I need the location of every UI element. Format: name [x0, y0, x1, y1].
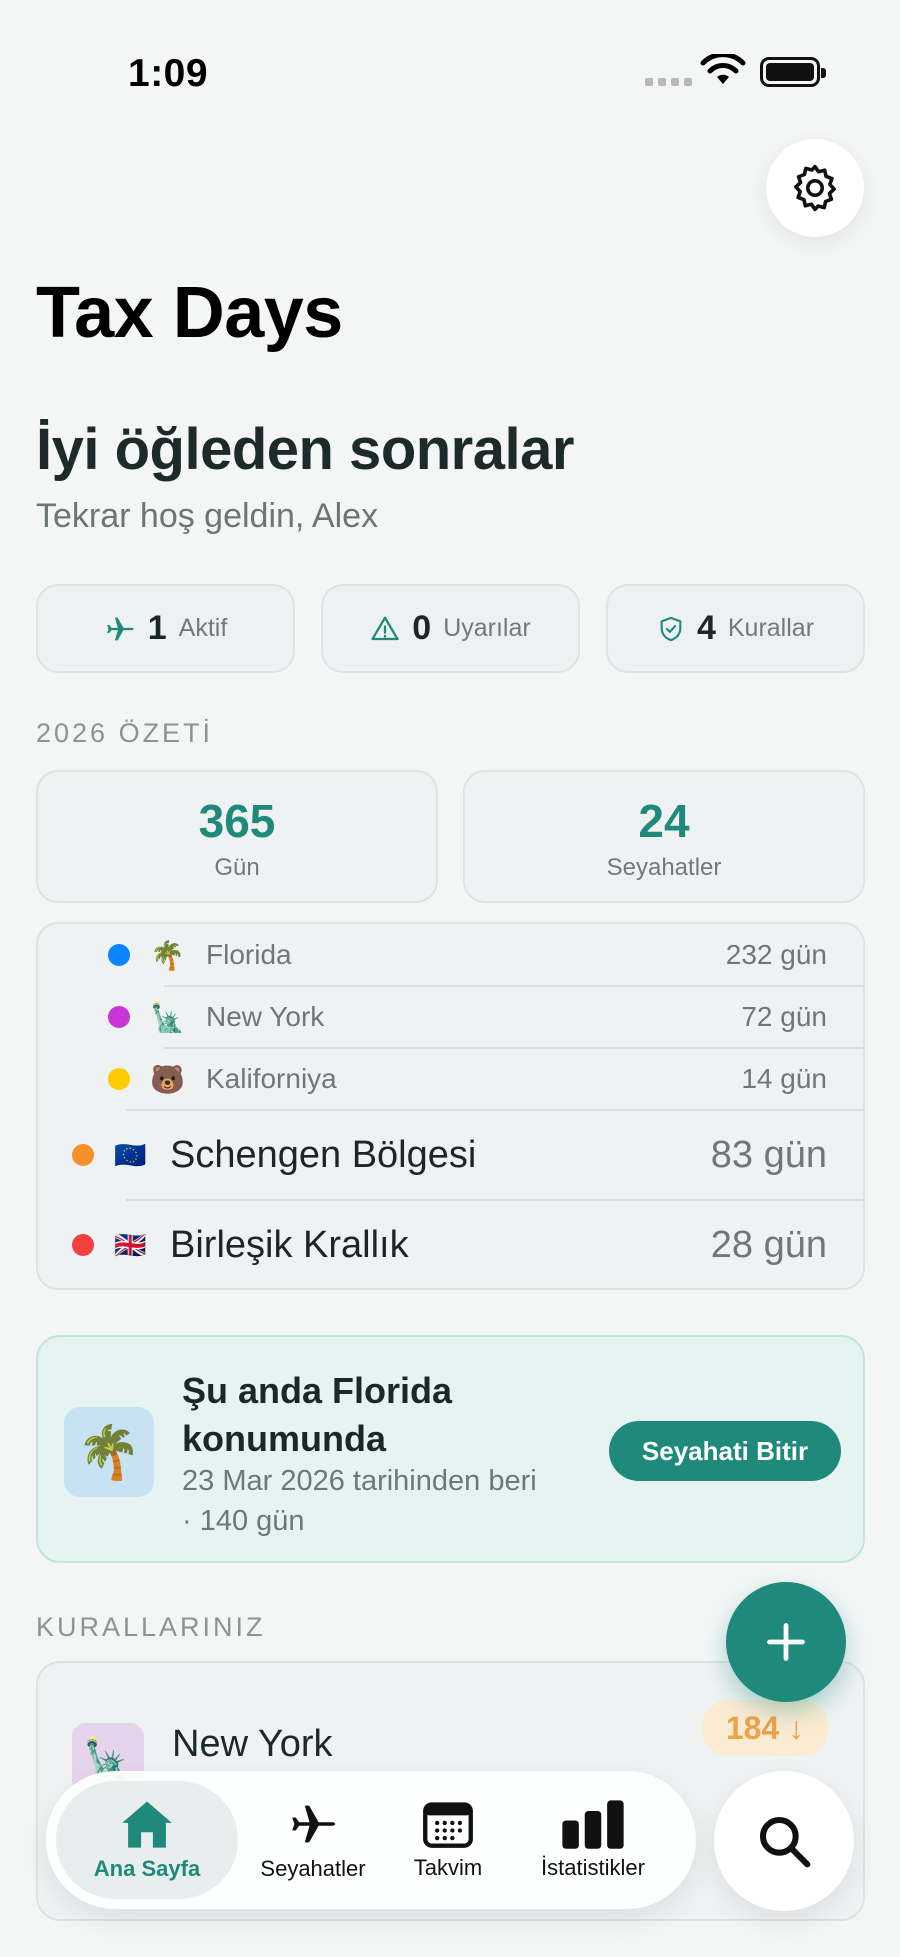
current-location-title: Şu anda Florida konumunda: [182, 1370, 453, 1459]
tab-trips[interactable]: Seyahatler: [238, 1771, 388, 1909]
chip-value: 4: [696, 609, 716, 647]
app-title: Tax Days: [36, 273, 343, 353]
region-name: New York: [206, 1001, 325, 1032]
region-row-uk[interactable]: 🇬🇧 Birleşik Krallık 28 gün: [38, 1200, 863, 1288]
region-row-california[interactable]: 🐻 Kaliforniya 14 gün: [38, 1048, 863, 1110]
tab-calendar[interactable]: Takvim: [388, 1771, 508, 1909]
region-name: Florida: [206, 939, 292, 970]
region-color-dot: [72, 1234, 94, 1256]
regions-list: 🌴 Florida 232 gün 🗽 New York 72 gün 🐻 Ka…: [36, 922, 865, 1290]
calendar-icon: [423, 1802, 473, 1848]
region-days: 83 gün: [710, 1133, 827, 1176]
search-icon: [759, 1816, 811, 1868]
battery-icon: [760, 57, 826, 87]
tab-label: Ana Sayfa: [93, 1856, 201, 1881]
chip-label: Uyarılar: [443, 614, 531, 642]
chip-value: 1: [147, 609, 167, 647]
region-color-dot: [108, 1068, 130, 1090]
region-color-dot: [108, 1006, 130, 1028]
region-row-new-york[interactable]: 🗽 New York 72 gün: [38, 986, 863, 1048]
days-stat-card: 365 Gün: [36, 770, 438, 903]
bear-icon: 🐻: [150, 1063, 185, 1095]
days-label: Gün: [214, 854, 260, 881]
statue-of-liberty-icon: 🗽: [150, 1001, 185, 1033]
region-days: 232 gün: [725, 939, 827, 970]
tab-bar: Ana Sayfa Seyahatler Takvim İstatistikle…: [46, 1771, 696, 1909]
tab-label: Takvim: [413, 1855, 483, 1880]
region-row-schengen[interactable]: 🇪🇺 Schengen Bölgesi 83 gün: [38, 1110, 863, 1200]
cellular-signal-icon: [645, 78, 692, 86]
palm-tree-icon: 🌴: [64, 1407, 154, 1497]
add-trip-button[interactable]: [726, 1582, 846, 1702]
current-location-card: 🌴 Şu anda Florida konumunda 23 Mar 2026 …: [36, 1335, 865, 1563]
warning-icon: [371, 616, 399, 640]
region-row-florida[interactable]: 🌴 Florida 232 gün: [38, 924, 863, 986]
rules-section-title: KURALLARINIZ: [36, 1612, 266, 1642]
summary-section-title: 2026 ÖZETİ: [36, 718, 214, 748]
region-name: Birleşik Krallık: [170, 1223, 409, 1266]
end-trip-button[interactable]: Seyahati Bitir: [609, 1421, 841, 1481]
chip-label: Kurallar: [727, 614, 815, 642]
uk-flag-icon: 🇬🇧: [114, 1229, 147, 1260]
chip-label: Aktif: [178, 614, 228, 642]
current-location-subtitle: 23 Mar 2026 tarihinden beri · 140 gün: [182, 1465, 537, 1537]
house-icon: [122, 1801, 172, 1848]
warnings-chip[interactable]: 0 Uyarılar: [321, 584, 580, 673]
tab-label: İstatistikler: [541, 1855, 645, 1880]
chip-value: 0: [412, 609, 432, 647]
plus-icon: [767, 1623, 805, 1661]
greeting-heading: İyi öğleden sonralar: [36, 417, 574, 482]
trips-stat-card: 24 Seyahatler: [463, 770, 865, 903]
region-name: Kaliforniya: [206, 1063, 337, 1094]
status-time: 1:09: [128, 52, 209, 95]
settings-button[interactable]: [766, 139, 864, 237]
region-name: Schengen Bölgesi: [170, 1133, 477, 1176]
wifi-icon: [700, 54, 746, 84]
airplane-icon: [292, 1805, 336, 1843]
days-value: 365: [198, 795, 276, 847]
region-days: 28 gün: [710, 1223, 827, 1266]
eu-flag-icon: 🇪🇺: [114, 1139, 147, 1170]
greeting-subtitle: Tekrar hoş geldin, Alex: [36, 497, 379, 535]
tab-home[interactable]: Ana Sayfa: [56, 1781, 238, 1899]
trips-value: 24: [638, 795, 690, 847]
region-color-dot: [72, 1144, 94, 1166]
trips-label: Seyahatler: [606, 854, 722, 881]
gear-icon: [794, 164, 836, 212]
tab-statistics[interactable]: İstatistikler: [508, 1771, 678, 1909]
search-button[interactable]: [714, 1771, 854, 1911]
rules-chip[interactable]: 4 Kurallar: [606, 584, 865, 673]
rule-days-badge: 184 ↓: [701, 1700, 829, 1756]
region-color-dot: [108, 944, 130, 966]
tab-label: Seyahatler: [260, 1856, 366, 1881]
bar-chart-icon: [562, 1800, 624, 1849]
region-days: 72 gün: [741, 1001, 827, 1032]
region-days: 14 gün: [741, 1063, 827, 1094]
rule-name: New York: [172, 1723, 333, 1765]
palm-tree-icon: 🌴: [150, 939, 185, 971]
airplane-icon: [106, 617, 134, 640]
active-trips-chip[interactable]: 1 Aktif: [36, 584, 295, 673]
shield-check-icon: [660, 616, 682, 641]
